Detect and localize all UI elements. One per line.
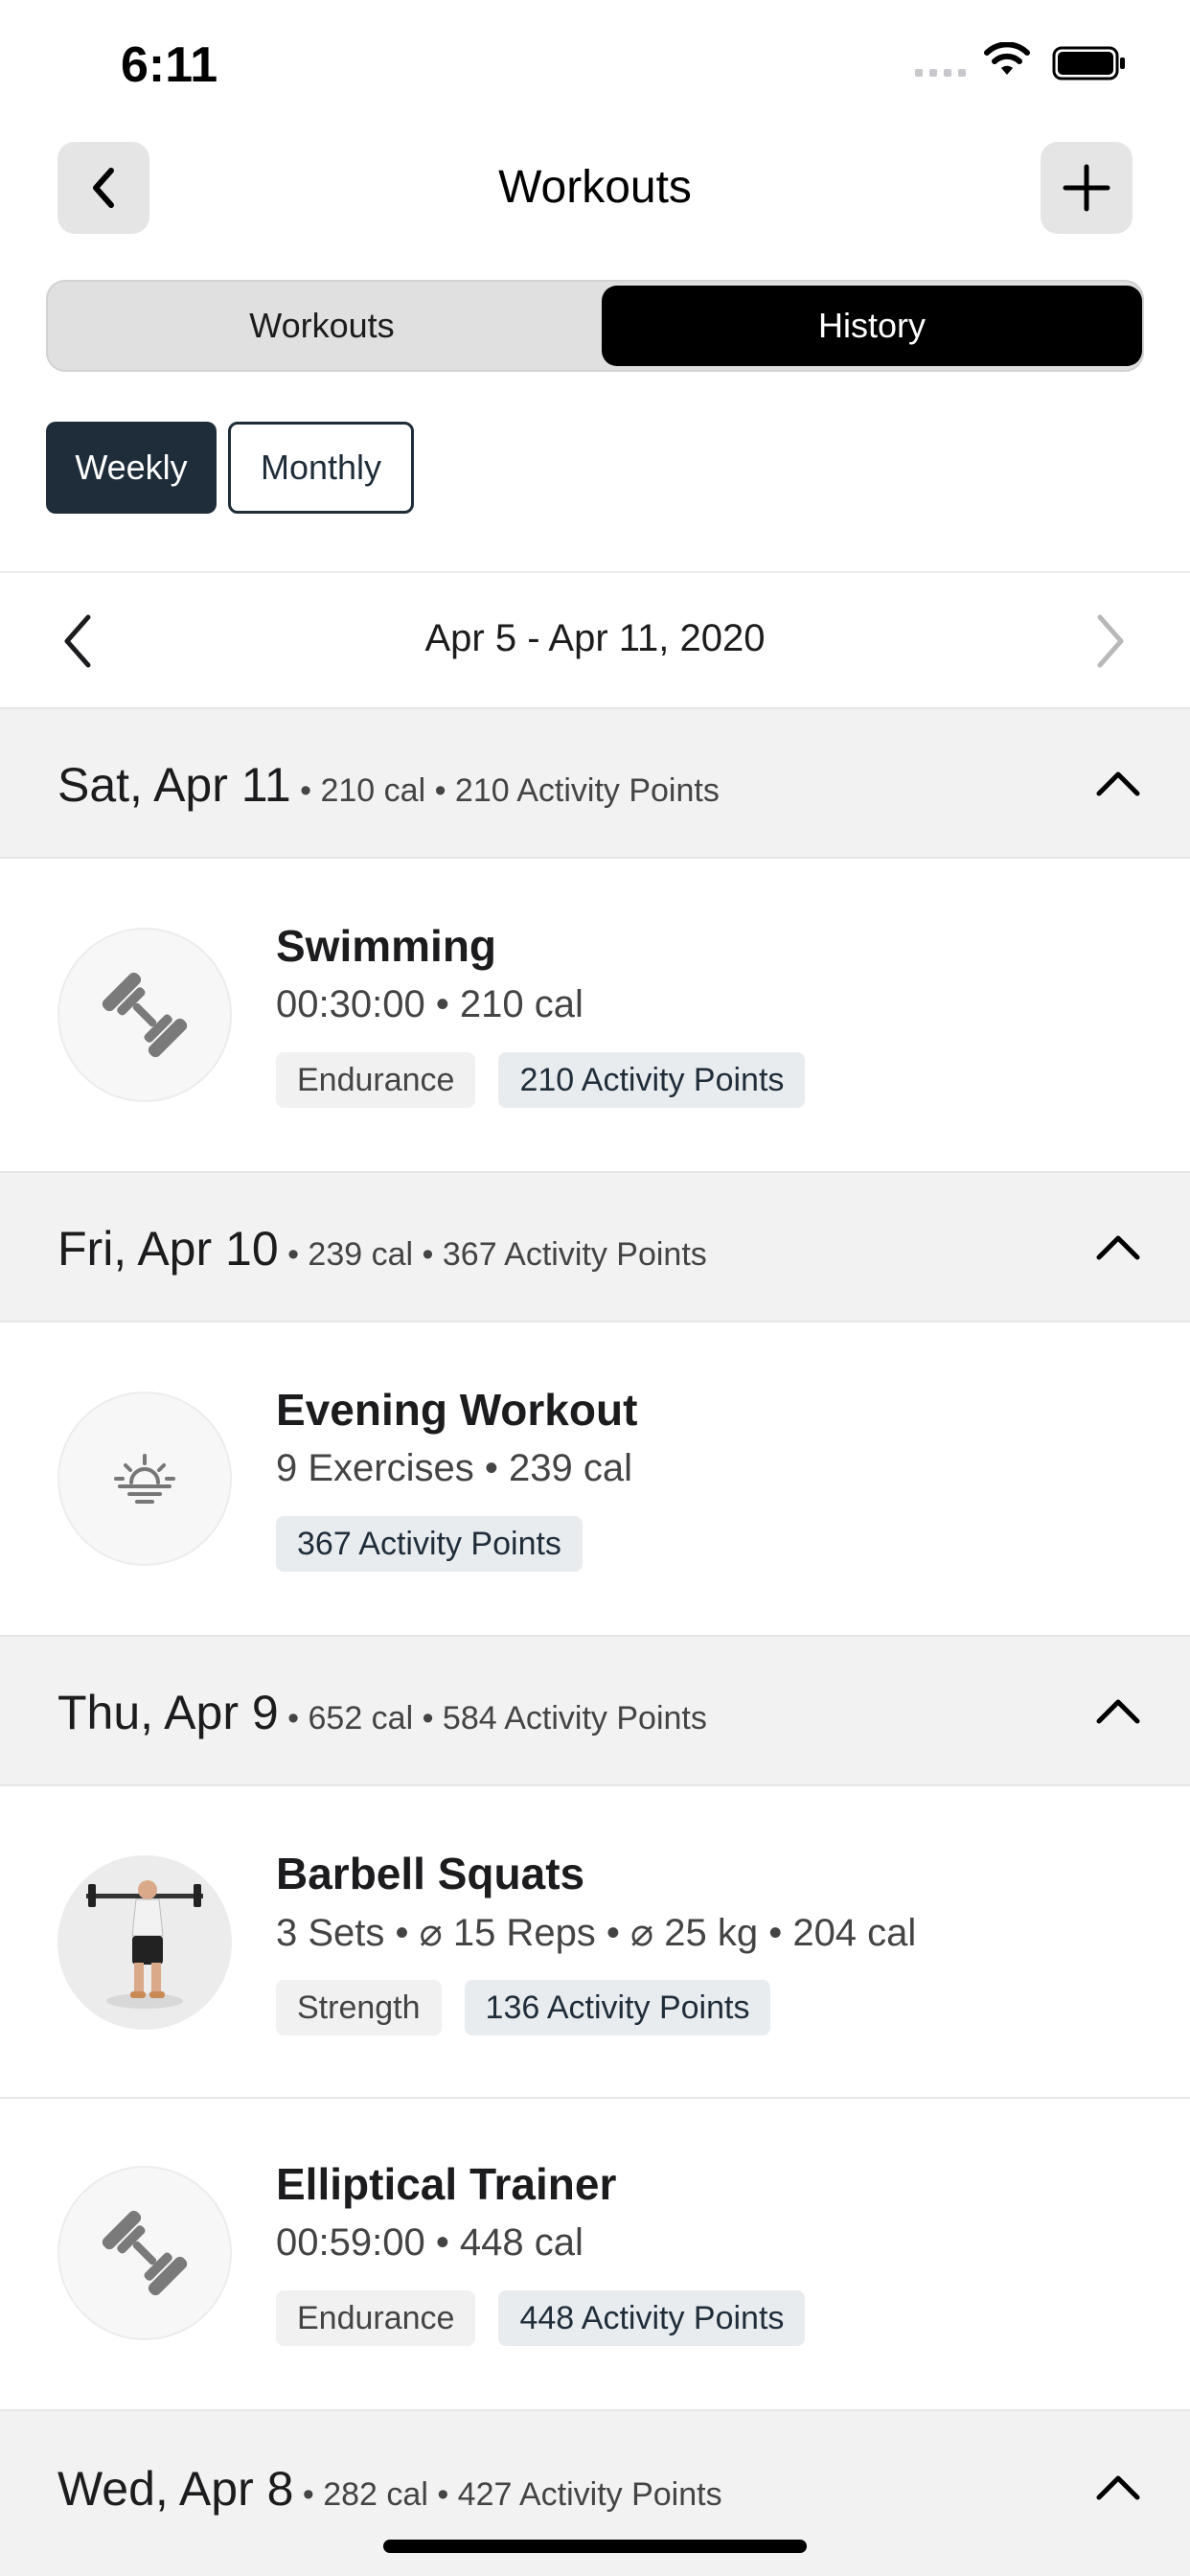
day-summary: • 210 cal • 210 Activity Points: [290, 772, 720, 809]
workout-name: Barbell Squats: [276, 1849, 585, 1898]
status-time: 6:11: [121, 37, 218, 93]
day-summary: • 652 cal • 584 Activity Points: [278, 1700, 707, 1736]
workout-tags: Endurance 448 Activity Points: [276, 2290, 806, 2346]
period-filter: Weekly Monthly: [46, 422, 414, 514]
weekly-button[interactable]: Weekly: [46, 422, 217, 514]
workout-entry[interactable]: Evening Workout 9 Exercises • 239 cal 36…: [0, 1322, 1190, 1635]
activity-points-tag: 210 Activity Points: [498, 1052, 806, 1108]
category-tag: Strength: [276, 1980, 442, 2036]
battery-icon: [1052, 46, 1125, 80]
workout-tags: 367 Activity Points: [276, 1516, 583, 1572]
nav-bar: Workouts: [0, 142, 1190, 238]
signal-dots-icon: [915, 69, 966, 77]
barbell-squat-figure: [57, 1855, 232, 2030]
day-header[interactable]: Fri, Apr 10 • 239 cal • 367 Activity Poi…: [0, 1171, 1190, 1322]
chevron-up-icon[interactable]: [1095, 2472, 1141, 2503]
day-title: Wed, Apr 8: [57, 2462, 294, 2516]
week-range-label: Apr 5 - Apr 11, 2020: [424, 617, 766, 659]
workout-tags: Strength 136 Activity Points: [276, 1980, 771, 2036]
view-segmented-control: Workouts History: [46, 280, 1144, 372]
activity-points-tag: 367 Activity Points: [276, 1516, 583, 1572]
chevron-up-icon[interactable]: [1095, 1696, 1141, 1727]
day-summary: • 282 cal • 427 Activity Points: [293, 2476, 722, 2513]
workout-details: 3 Sets • ⌀ 15 Reps • ⌀ 25 kg • 204 cal: [276, 1912, 917, 1954]
dumbbell-icon: [57, 2166, 232, 2340]
dumbbell-icon: [57, 928, 232, 1102]
chevron-up-icon[interactable]: [1095, 1232, 1141, 1263]
page-title: Workouts: [498, 162, 692, 213]
activity-points-tag: 136 Activity Points: [464, 1980, 771, 2036]
workout-tags: Endurance 210 Activity Points: [276, 1052, 806, 1108]
day-title: Sat, Apr 11: [57, 758, 291, 812]
workout-name: Evening Workout: [276, 1385, 638, 1435]
add-button[interactable]: [1041, 142, 1133, 234]
workout-details: 00:59:00 • 448 cal: [276, 2221, 584, 2264]
wifi-icon: [984, 42, 1030, 75]
day-summary: • 239 cal • 367 Activity Points: [278, 1236, 707, 1273]
workout-entry[interactable]: Elliptical Trainer 00:59:00 • 448 cal En…: [0, 2099, 1190, 2409]
activity-points-tag: 448 Activity Points: [498, 2290, 806, 2346]
workout-details: 9 Exercises • 239 cal: [276, 1447, 632, 1489]
workout-name: Swimming: [276, 921, 497, 971]
category-tag: Endurance: [276, 1052, 476, 1108]
day-header[interactable]: Thu, Apr 9 • 652 cal • 584 Activity Poin…: [0, 1635, 1190, 1786]
chevron-up-icon[interactable]: [1095, 769, 1141, 799]
day-title: Thu, Apr 9: [57, 1686, 279, 1739]
workout-entry[interactable]: Barbell Squats 3 Sets • ⌀ 15 Reps • ⌀ 25…: [0, 1786, 1190, 2097]
workout-entry[interactable]: Swimming 00:30:00 • 210 cal Endurance 21…: [0, 859, 1190, 1171]
tab-workouts[interactable]: Workouts: [52, 286, 592, 366]
tab-history[interactable]: History: [602, 286, 1142, 366]
plus-icon: [1063, 164, 1110, 212]
next-week-icon[interactable]: [1088, 611, 1131, 671]
monthly-button[interactable]: Monthly: [228, 422, 414, 514]
status-bar: 6:11: [0, 0, 1190, 134]
home-indicator[interactable]: [383, 2540, 807, 2553]
day-header[interactable]: Sat, Apr 11 • 210 cal • 210 Activity Poi…: [0, 707, 1190, 859]
week-navigator: Apr 5 - Apr 11, 2020: [0, 571, 1190, 709]
workout-details: 00:30:00 • 210 cal: [276, 983, 584, 1025]
category-tag: Endurance: [276, 2290, 476, 2346]
workout-name: Elliptical Trainer: [276, 2159, 617, 2209]
sunset-icon: [57, 1392, 232, 1566]
day-title: Fri, Apr 10: [57, 1222, 279, 1276]
